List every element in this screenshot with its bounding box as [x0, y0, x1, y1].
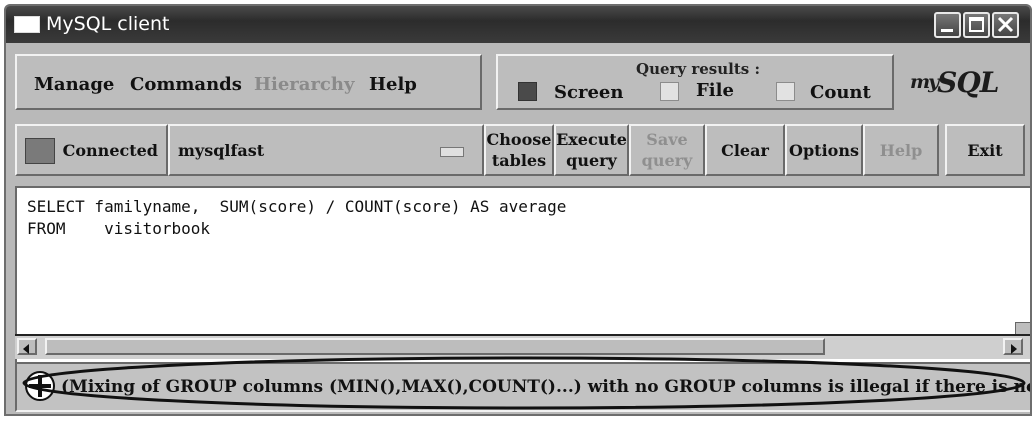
menu-hierarchy[interactable]: Hierarchy	[254, 74, 354, 95]
window-title: MySQL client	[46, 13, 170, 35]
menu-bar: Manage Commands Hierarchy Help	[15, 54, 482, 110]
query-results-label: Query results :	[636, 60, 760, 78]
mysql-client-window: MySQL client Manage Commands Hierarchy H…	[4, 4, 1032, 416]
status-bar: (Mixing of GROUP columns (MIN(),MAX(),CO…	[15, 362, 1030, 412]
crosshair-icon	[25, 371, 55, 401]
window-icon	[14, 16, 40, 33]
clear-button[interactable]: Clear	[705, 124, 785, 176]
execute-query-label-2: query	[566, 151, 617, 170]
query-line-1: SELECT familyname, SUM(score) / COUNT(sc…	[27, 197, 567, 216]
count-checkbox[interactable]	[776, 82, 795, 101]
file-checkbox[interactable]	[660, 82, 679, 101]
save-query-label-1: Save	[646, 130, 688, 149]
choose-tables-label-1: Choose	[486, 130, 552, 149]
close-icon	[997, 16, 1014, 33]
count-label: Count	[810, 82, 871, 103]
exit-label: Exit	[967, 140, 1003, 160]
clear-label: Clear	[721, 140, 769, 160]
query-text[interactable]: SELECT familyname, SUM(score) / COUNT(sc…	[27, 196, 566, 240]
save-query-label-2: query	[641, 151, 693, 170]
scroll-right-button[interactable]	[1003, 338, 1023, 355]
query-results-group: Query results : Screen File Count	[496, 54, 894, 110]
maximize-button[interactable]	[963, 12, 990, 38]
options-label: Options	[789, 140, 859, 160]
scroll-left-button[interactable]	[17, 338, 37, 355]
scroll-thumb[interactable]	[45, 338, 825, 355]
exit-button[interactable]: Exit	[945, 124, 1025, 176]
database-select[interactable]: mysqlfast	[168, 124, 484, 176]
menu-manage[interactable]: Manage	[34, 74, 114, 95]
help-button[interactable]: Help	[863, 124, 939, 176]
title-bar[interactable]: MySQL client	[6, 6, 1030, 43]
maximize-icon	[969, 17, 984, 32]
options-button[interactable]: Options	[785, 124, 863, 176]
screen-checkbox[interactable]	[518, 82, 537, 101]
execute-query-label-1: Execute	[556, 130, 627, 149]
mysql-logo: mySQL	[910, 66, 999, 99]
choose-tables-label-2: tables	[491, 151, 547, 170]
screen-label: Screen	[554, 82, 624, 103]
logo-my: my	[910, 71, 939, 93]
status-message: (Mixing of GROUP columns (MIN(),MAX(),CO…	[61, 377, 1030, 397]
query-line-2: FROM visitorbook	[27, 219, 211, 238]
menu-commands[interactable]: Commands	[130, 74, 242, 95]
dropdown-icon	[440, 147, 464, 157]
connection-status-indicator	[25, 138, 55, 164]
choose-tables-button[interactable]: Choose tables	[484, 124, 554, 176]
connected-button[interactable]: Connected	[15, 124, 168, 176]
minimize-button[interactable]	[934, 12, 961, 38]
execute-query-button[interactable]: Execute query	[554, 124, 629, 176]
minimize-icon	[941, 29, 953, 32]
menu-help[interactable]: Help	[369, 74, 417, 95]
horizontal-scrollbar[interactable]	[15, 334, 1030, 359]
database-value: mysqlfast	[178, 140, 265, 160]
connected-label: Connected	[62, 140, 158, 160]
logo-sql: SQL	[937, 66, 999, 99]
arrow-right-icon	[1011, 344, 1017, 354]
help-label: Help	[879, 140, 923, 160]
file-label: File	[696, 80, 734, 101]
arrow-left-icon	[23, 344, 29, 354]
close-button[interactable]	[992, 12, 1019, 38]
save-query-button[interactable]: Save query	[629, 124, 705, 176]
